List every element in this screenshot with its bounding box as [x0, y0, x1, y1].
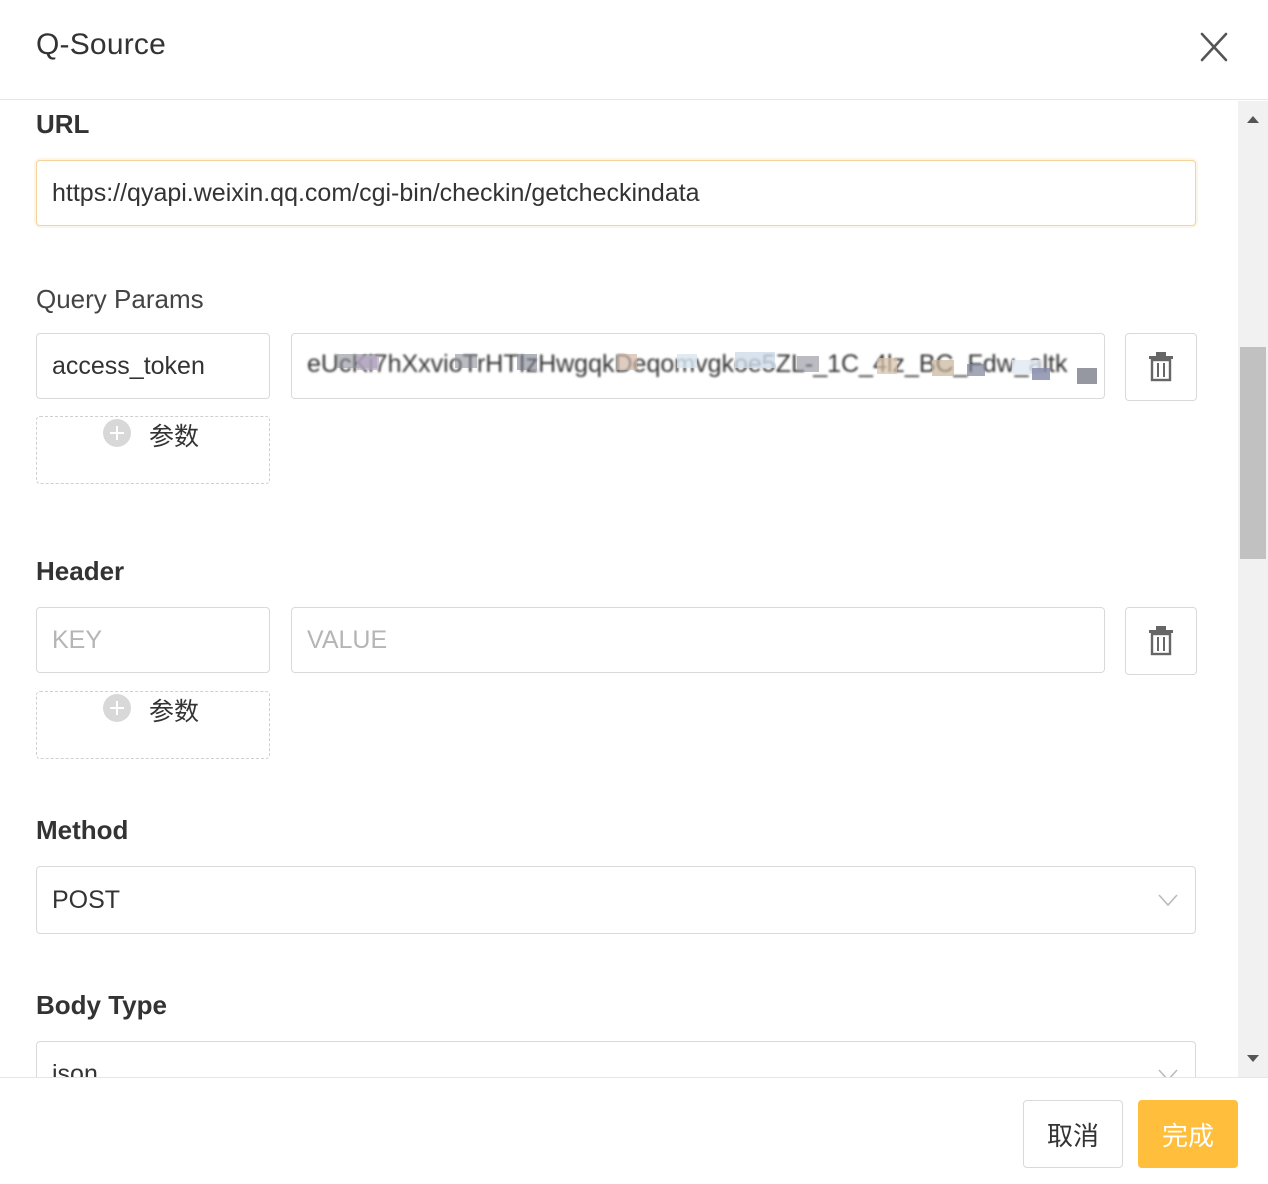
scroll-up-arrow-icon[interactable] — [1238, 101, 1268, 135]
header-key-input[interactable]: KEY — [36, 607, 270, 673]
dialog-header: Q-Source — [0, 0, 1268, 100]
scroll-down-arrow-icon[interactable] — [1238, 1043, 1268, 1077]
header-value-input[interactable]: VALUE — [291, 607, 1105, 673]
trash-icon — [1149, 352, 1173, 382]
query-params-label: Query Params — [36, 284, 204, 314]
chevron-down-icon — [1158, 894, 1178, 907]
add-query-param-button[interactable]: 参数 — [36, 416, 270, 484]
q-source-dialog: Q-Source URL https://qyapi.weixin.qq.com… — [0, 0, 1268, 1184]
plus-circle-icon — [103, 419, 131, 447]
redacted-token-value: eUcKi7hXxvioTrHTIzHwgqkDeqomvgkoe5ZL-_1C… — [307, 334, 1104, 398]
add-query-param-label: 参数 — [149, 423, 200, 451]
body-type-label: Body Type — [36, 990, 167, 1020]
trash-icon — [1149, 626, 1173, 656]
add-header-label: 参数 — [149, 698, 200, 726]
close-icon[interactable] — [1196, 28, 1232, 66]
dialog-body: URL https://qyapi.weixin.qq.com/cgi-bin/… — [0, 101, 1268, 1077]
header-label: Header — [36, 556, 125, 586]
query-param-key-input[interactable]: access_token — [36, 333, 270, 399]
plus-circle-icon — [103, 694, 131, 722]
vertical-scrollbar[interactable] — [1238, 101, 1268, 1077]
header-value-placeholder: VALUE — [307, 625, 388, 654]
method-label: Method — [36, 815, 129, 845]
url-label: URL — [36, 109, 90, 139]
query-param-value-input[interactable]: eUcKi7hXxvioTrHTIzHwgqkDeqomvgkoe5ZL-_1C… — [291, 333, 1105, 399]
dialog-title: Q-Source — [36, 28, 166, 61]
query-param-key-value: access_token — [52, 351, 205, 380]
confirm-button[interactable]: 完成 — [1138, 1100, 1238, 1168]
scrollbar-thumb[interactable] — [1240, 347, 1266, 559]
header-delete-button[interactable] — [1125, 607, 1197, 675]
cancel-button[interactable]: 取消 — [1023, 1100, 1123, 1168]
body-type-select[interactable]: json — [36, 1041, 1196, 1077]
header-key-placeholder: KEY — [52, 625, 103, 654]
body-type-select-value: json — [52, 1060, 98, 1077]
add-header-button[interactable]: 参数 — [36, 691, 270, 759]
dialog-footer: 取消 完成 — [0, 1077, 1268, 1184]
query-param-delete-button[interactable] — [1125, 333, 1197, 401]
url-input-value: https://qyapi.weixin.qq.com/cgi-bin/chec… — [52, 178, 700, 207]
method-select[interactable]: POST — [36, 866, 1196, 934]
url-input[interactable]: https://qyapi.weixin.qq.com/cgi-bin/chec… — [36, 160, 1196, 226]
chevron-down-icon — [1158, 1069, 1178, 1077]
method-select-value: POST — [52, 885, 121, 914]
